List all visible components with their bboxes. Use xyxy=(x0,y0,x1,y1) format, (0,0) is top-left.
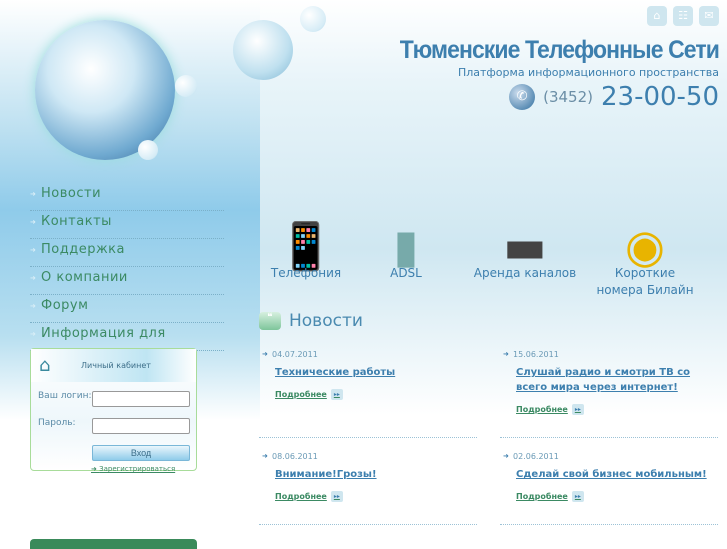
bubble-decoration xyxy=(138,140,158,160)
news-link[interactable]: Внимание!Грозы! xyxy=(275,467,480,482)
nav-item-news[interactable]: Новости xyxy=(30,183,224,211)
service-label: ADSL xyxy=(390,266,422,280)
mail-icon[interactable]: ✉ xyxy=(699,6,719,26)
nav-item-forum[interactable]: Форум xyxy=(30,295,224,323)
news-link[interactable]: Сделай свой бизнес мобильным! xyxy=(516,467,721,482)
news-item: 08.06.2011 Внимание!Грозы! Подробнее▸▸ xyxy=(262,452,480,503)
double-arrow-icon: ▸▸ xyxy=(330,491,343,502)
phone-code: (3452) xyxy=(543,88,593,106)
login-label: Ваш логин: xyxy=(38,391,92,401)
more-label: Подробнее xyxy=(275,492,327,501)
service-beeline-short[interactable]: ◉ Короткие номера Билайн xyxy=(590,155,700,299)
house-icon: ⌂ xyxy=(39,354,51,376)
divider xyxy=(259,437,477,438)
more-label: Подробнее xyxy=(516,492,568,501)
password-label: Пароль: xyxy=(38,418,76,428)
nav-item-shareholders[interactable]: Информация для акционеров xyxy=(30,323,224,363)
news-link[interactable]: Технические работы xyxy=(275,365,480,380)
modem-icon: ▮ xyxy=(393,219,419,273)
news-title: Новости xyxy=(289,311,363,331)
login-box: ⌂ Личный кабинет Ваш логин: Пароль: Вход… xyxy=(30,348,197,473)
phone-handset-icon: 📱 xyxy=(277,219,335,273)
register-link[interactable]: ➜ Зарегистрироваться xyxy=(91,465,175,473)
nav-item-contacts[interactable]: Контакты xyxy=(30,211,224,239)
more-link[interactable]: Подробнее ▸▸ xyxy=(516,491,584,502)
phone: ✆ (3452) 23-00-50 xyxy=(509,82,719,112)
more-link[interactable]: Подробнее ▸▸ xyxy=(275,389,343,400)
news-item: 02.06.2011 Сделай свой бизнес мобильным!… xyxy=(503,452,721,503)
divider xyxy=(259,524,477,525)
divider xyxy=(500,524,718,525)
bubble-decoration xyxy=(175,75,197,97)
speech-bubble-icon: ❝ xyxy=(259,312,281,330)
top-icons: ⌂ ☷ ✉ xyxy=(647,6,719,26)
more-link[interactable]: Подробнее ▸▸ xyxy=(275,491,343,502)
service-label: Телефония xyxy=(270,266,342,280)
news-date: 02.06.2011 xyxy=(503,452,721,461)
more-link[interactable]: Подробнее ▸▸ xyxy=(516,404,584,415)
double-arrow-icon: ▸▸ xyxy=(571,491,584,502)
beeline-numbers-icon: ◉ xyxy=(624,219,666,273)
login-header: ⌂ Личный кабинет xyxy=(31,349,196,382)
tower-globe-image xyxy=(233,20,293,80)
news-item: 04.07.2011 Технические работы Подробнее▸… xyxy=(262,350,480,401)
news-item: 15.06.2011 Слушай радио и смотри ТВ со в… xyxy=(503,350,721,416)
nav-item-support[interactable]: Поддержка xyxy=(30,239,224,267)
service-label: Аренда каналов xyxy=(473,266,577,280)
news-heading: ❝ Новости xyxy=(259,311,363,331)
tagline: Платформа информационного пространства xyxy=(457,66,719,79)
city-globe-image xyxy=(35,20,175,160)
service-channel-rent[interactable]: ▬ Аренда каналов xyxy=(465,155,585,282)
login-button[interactable]: Вход xyxy=(92,445,190,461)
nav-item-about[interactable]: О компании xyxy=(30,267,224,295)
news-date: 04.07.2011 xyxy=(262,350,480,359)
phone-icon: ✆ xyxy=(509,84,536,110)
service-telephony[interactable]: 📱 Телефония xyxy=(256,155,356,282)
news-date: 08.06.2011 xyxy=(262,452,480,461)
login-input[interactable] xyxy=(92,391,190,407)
double-arrow-icon: ▸▸ xyxy=(571,404,584,415)
home-icon[interactable]: ⌂ xyxy=(647,6,667,26)
news-link[interactable]: Слушай радио и смотри ТВ со всего мира ч… xyxy=(516,365,721,395)
router-icon: ▬ xyxy=(503,219,547,273)
double-arrow-icon: ▸▸ xyxy=(330,389,343,400)
service-adsl[interactable]: ▮ ADSL xyxy=(356,155,456,282)
sitemap-icon[interactable]: ☷ xyxy=(673,6,693,26)
more-label: Подробнее xyxy=(275,390,327,399)
more-label: Подробнее xyxy=(516,405,568,414)
green-panel xyxy=(30,539,197,549)
password-input[interactable] xyxy=(92,418,190,434)
sidebar-nav: Новости Контакты Поддержка О компании Фо… xyxy=(30,183,224,363)
login-title: Личный кабинет xyxy=(81,361,151,370)
phone-number: 23-00-50 xyxy=(600,82,719,112)
divider xyxy=(500,437,718,438)
site-title[interactable]: Тюменские Телефонные Сети xyxy=(400,36,720,65)
bubble-decoration xyxy=(300,6,326,32)
news-date: 15.06.2011 xyxy=(503,350,721,359)
register-label: Зарегистрироваться xyxy=(99,465,176,473)
service-label: Короткие номера Билайн xyxy=(596,266,694,297)
